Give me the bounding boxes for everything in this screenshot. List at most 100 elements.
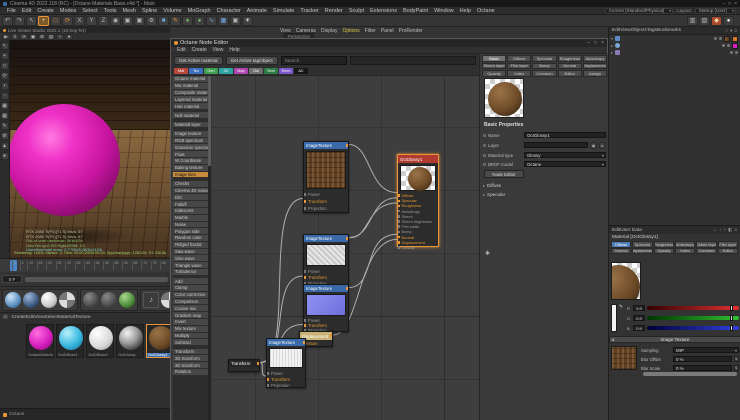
node-type-item[interactable]: Polygon side	[173, 228, 208, 236]
blur-scale-field[interactable]: 0 %	[673, 365, 732, 371]
menu-item[interactable]: Edit	[19, 8, 34, 14]
options-asterisk-icon[interactable]: ✱	[485, 250, 490, 257]
sv-rotate-icon[interactable]: ⟳	[0, 72, 9, 80]
back-arrow-icon[interactable]: ←	[713, 227, 718, 233]
material-menu-item[interactable]: Texture	[75, 315, 91, 320]
axis-z-icon[interactable]: Z	[98, 15, 109, 26]
object-row[interactable]: ▾	[609, 35, 740, 42]
coord-system-icon[interactable]: ◉	[110, 15, 121, 26]
channel-slider[interactable]	[647, 325, 739, 331]
object-menu-item[interactable]: Tags	[647, 28, 657, 33]
ne-menu-item[interactable]: View	[213, 47, 224, 53]
channel-slider[interactable]	[647, 305, 739, 311]
input-pin[interactable]	[398, 220, 400, 223]
lv-restart-icon[interactable]: ⟳	[20, 33, 28, 40]
node-port[interactable]: Power	[304, 191, 348, 198]
redo-icon[interactable]: ↷	[14, 15, 25, 26]
material-menu-item[interactable]: Create	[12, 315, 26, 320]
node-type-item[interactable]: Transform	[173, 348, 208, 356]
visibility-dot[interactable]	[735, 51, 738, 54]
layer-menu-icon[interactable]: ▸	[599, 141, 606, 149]
property-tab[interactable]: Specular	[532, 55, 557, 62]
current-color-swatch[interactable]	[611, 304, 617, 332]
sv-axis-icon[interactable]: ▲	[0, 142, 9, 150]
channel-slider[interactable]	[647, 315, 739, 321]
menu-item[interactable]: BodyPaint	[400, 8, 431, 14]
node-type-item[interactable]: Saw wave	[173, 248, 208, 256]
sv-texture-icon[interactable]: ✎	[0, 122, 9, 130]
node-type-item[interactable]: Comparison	[173, 298, 208, 306]
menu-item[interactable]: Spline	[139, 8, 160, 14]
add-cube-icon[interactable]: ■	[158, 15, 169, 26]
menu-item[interactable]: Tracker	[297, 8, 321, 14]
filter-field[interactable]	[349, 56, 476, 65]
select-cursor-icon[interactable]: ↖	[26, 15, 37, 26]
node-type-item[interactable]: Image tiles	[173, 171, 208, 179]
visibility-dot[interactable]	[727, 44, 730, 47]
input-pin[interactable]	[304, 269, 306, 273]
node-type-item[interactable]: 3D transform	[173, 362, 208, 370]
node-graph-canvas[interactable]: ImageTexture Power Transform Projection …	[212, 76, 479, 420]
output-pin[interactable]	[303, 341, 305, 344]
property-tab[interactable]: Editor	[557, 70, 582, 77]
scale-tool-icon[interactable]: □	[50, 15, 61, 26]
node-type-item[interactable]: Falloff	[173, 201, 208, 208]
wood-texture-tag-icon[interactable]	[724, 35, 730, 42]
menu-item[interactable]: Animate	[244, 8, 270, 14]
node-type-item[interactable]: Image texture	[173, 130, 208, 138]
brdf-model-dropdown[interactable]: Octane	[524, 160, 606, 168]
node-editor-titlebar[interactable]: Octane Node Editor – □ ×	[171, 39, 607, 47]
panel-menu-icon[interactable]: ≡	[734, 227, 737, 233]
get-active-material-button[interactable]: Get Active material	[174, 56, 223, 65]
attribute-tab[interactable]: Displacement	[632, 247, 653, 254]
interface-icon-2[interactable]: ▧	[699, 15, 710, 26]
node-type-item[interactable]: Octane material	[173, 76, 208, 83]
input-pin[interactable]	[398, 204, 400, 208]
lv-region-icon[interactable]: ▣	[29, 33, 37, 40]
property-tab[interactable]: Assign	[582, 70, 608, 77]
property-tab[interactable]: Film layer	[507, 62, 532, 69]
input-pin[interactable]	[304, 207, 306, 210]
material-menu-item[interactable]: View	[34, 315, 44, 320]
menu-item[interactable]: Select	[79, 8, 100, 14]
node-octglossy-material[interactable]: OctGlossy1 Diffuse Specular Roughness An…	[397, 154, 439, 250]
input-pin[interactable]	[304, 193, 306, 196]
property-tab[interactable]: Common	[532, 70, 557, 77]
render-picture-viewer-icon[interactable]: ▣	[134, 15, 145, 26]
preset-sphere-checker-icon[interactable]	[59, 291, 75, 308]
attribute-tab[interactable]: Index	[674, 247, 696, 254]
node-type-item[interactable]: Random color	[173, 235, 208, 242]
octane-icon[interactable]: ◆	[711, 15, 722, 26]
object-menu-item[interactable]: View	[620, 28, 630, 33]
input-pin[interactable]	[398, 199, 400, 203]
attribute-tab[interactable]: Editor	[717, 247, 738, 254]
filter-icon[interactable]: ▾	[730, 28, 732, 34]
layout-dropdown[interactable]: Startup (User)	[694, 7, 736, 14]
image-texture-section-header[interactable]: ◀ Image Texture	[609, 336, 740, 343]
ne-minimize-button[interactable]: –	[587, 40, 590, 46]
filter-chip[interactable]: Emm	[279, 68, 293, 74]
horizontal-scrollbar[interactable]	[643, 372, 737, 376]
render-view-icon[interactable]: ▣	[122, 15, 133, 26]
slider-handle[interactable]	[730, 325, 734, 331]
node-type-item[interactable]: Add	[173, 278, 208, 286]
render-settings-icon[interactable]: ⚙	[146, 15, 157, 26]
input-pin[interactable]	[304, 319, 306, 322]
node-type-item[interactable]: Dirt	[173, 194, 208, 202]
preset-sphere-darkblue-icon[interactable]	[23, 291, 39, 308]
attribute-tab[interactable]: Opacity	[653, 247, 674, 254]
viewport-menu-item[interactable]: Filter	[365, 28, 376, 34]
input-pin[interactable]	[398, 230, 400, 234]
property-tab[interactable]: Diffuse	[507, 55, 532, 62]
lv-pause-icon[interactable]: ‖	[11, 33, 19, 40]
sv-edges-icon[interactable]: ◦	[0, 92, 9, 100]
sv-snap-icon[interactable]: ●	[0, 152, 9, 160]
node-type-item[interactable]: Gradient map	[173, 312, 208, 320]
node-type-item[interactable]: Gaussian spectrum	[173, 144, 208, 152]
output-pin[interactable]	[330, 334, 332, 337]
list-icon[interactable]: ▤	[3, 315, 8, 320]
node-type-item[interactable]: Iridescent	[173, 207, 208, 215]
sv-model-icon[interactable]: ▦	[0, 112, 9, 120]
node-transform[interactable]: Transform	[228, 359, 260, 372]
material-swatch[interactable]: OctaneMaterial	[26, 324, 54, 358]
